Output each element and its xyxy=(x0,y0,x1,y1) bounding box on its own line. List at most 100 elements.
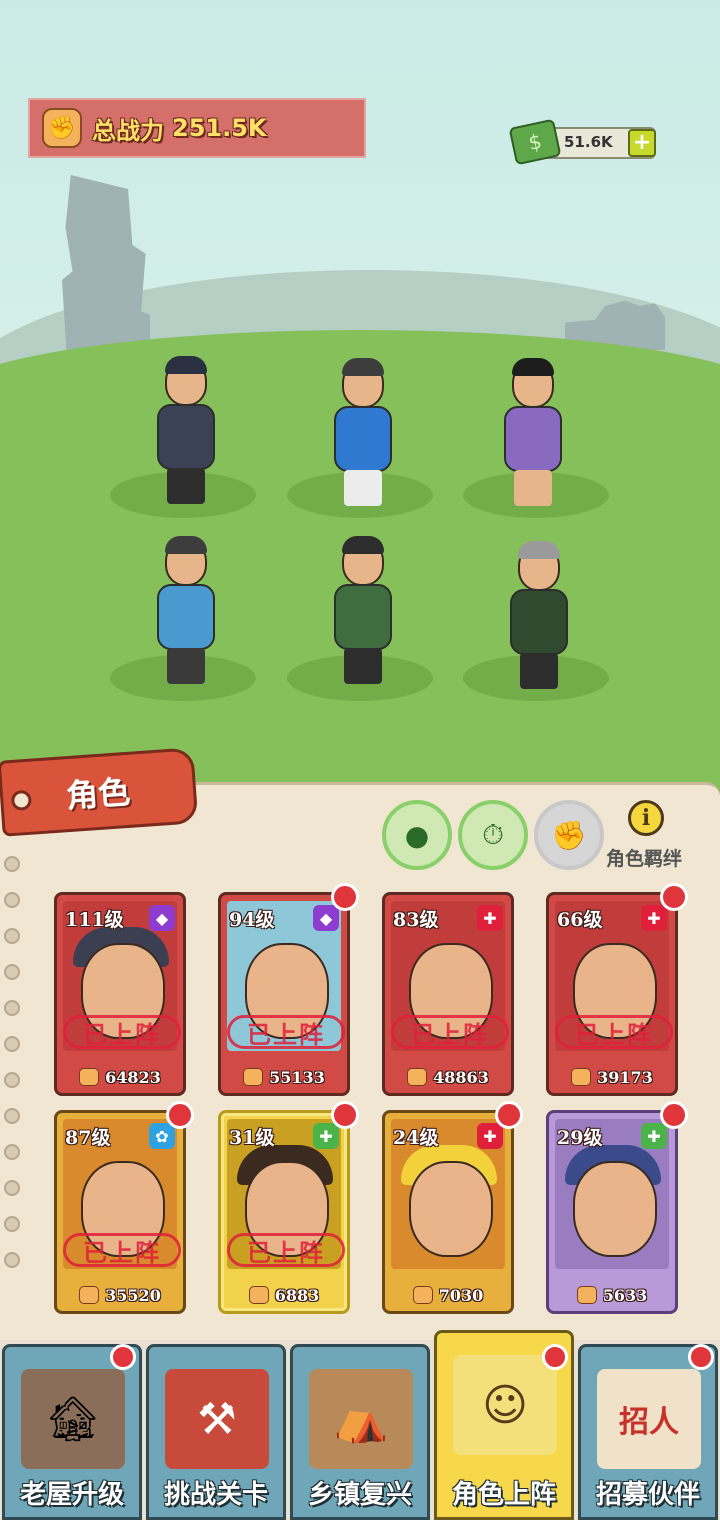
ruined-tower-silhouette xyxy=(62,175,150,350)
tag-hole xyxy=(10,789,33,812)
nav-old-house-upgrade[interactable]: 🏚 老屋升级 xyxy=(2,1344,142,1520)
notification-dot xyxy=(166,1101,194,1129)
total-power-label: 总战力 xyxy=(92,116,164,145)
card-level: 83级 xyxy=(393,909,439,931)
rank-badge-icon: ✿ xyxy=(149,1123,175,1149)
filter-button-time[interactable]: ⏱ xyxy=(458,800,528,870)
notebook-rings xyxy=(4,820,26,1340)
card-power: 7030 xyxy=(385,1286,511,1305)
deployed-stamp: 已上阵 xyxy=(555,1015,673,1049)
total-power-banner: ✊ 总战力 251.5K xyxy=(28,98,366,158)
card-power-value: 5633 xyxy=(602,1286,648,1305)
character-soccer-player[interactable] xyxy=(312,358,412,512)
rank-badge-icon: ✚ xyxy=(477,1123,503,1149)
character-sunglasses-man[interactable] xyxy=(135,356,235,510)
character-card[interactable]: 87级 ✿ 已上阵 35520 xyxy=(54,1110,186,1314)
card-power-value: 55133 xyxy=(269,1068,325,1087)
info-icon[interactable]: i xyxy=(628,800,664,836)
total-power-value: 251.5K xyxy=(172,114,267,142)
card-power-value: 7030 xyxy=(438,1286,484,1305)
character-card[interactable]: 83级 ✚ 已上阵 48863 xyxy=(382,892,514,1096)
notification-dot xyxy=(542,1344,568,1370)
cash-counter: $ 51.6K + xyxy=(508,118,658,166)
card-level: 29级 xyxy=(557,1127,603,1149)
card-power: 39173 xyxy=(549,1068,675,1087)
fist-icon xyxy=(243,1068,264,1086)
nav-town-revival[interactable]: ⛺ 乡镇复兴 xyxy=(290,1344,430,1520)
card-level: 111级 xyxy=(65,909,124,931)
notification-dot xyxy=(660,1101,688,1129)
notification-dot xyxy=(688,1344,714,1370)
notification-dot xyxy=(331,1101,359,1129)
house-icon: 🏚 xyxy=(21,1369,125,1469)
deployed-stamp: 已上阵 xyxy=(391,1015,509,1049)
card-power-value: 64823 xyxy=(105,1068,161,1087)
nav-challenge-level[interactable]: ⚒ 挑战关卡 xyxy=(146,1344,286,1520)
fist-icon: ✊ xyxy=(42,108,82,148)
market-icon: ⛺ xyxy=(309,1369,413,1469)
filter-time-icon: ⏱ xyxy=(482,818,504,851)
fist-icon xyxy=(407,1068,428,1086)
character-card[interactable]: 31级 ✚ 已上阵 6883 xyxy=(218,1110,350,1314)
battle-scene: ✊ 总战力 251.5K $ 51.6K + xyxy=(0,0,720,800)
notification-dot xyxy=(660,883,688,911)
notification-dot xyxy=(331,883,359,911)
nav-label: 老屋升级 xyxy=(19,1480,124,1510)
card-power: 48863 xyxy=(385,1068,511,1087)
rank-badge-icon: ✚ xyxy=(477,905,503,931)
recruit-icon: 招人 xyxy=(597,1369,701,1469)
fist-icon xyxy=(248,1286,269,1304)
filter-button-all[interactable]: ● xyxy=(382,800,452,870)
card-power-value: 35520 xyxy=(105,1286,161,1305)
character-bond-label[interactable]: 角色羁绊 xyxy=(606,844,682,871)
card-power: 64823 xyxy=(57,1068,183,1087)
deployed-stamp: 已上阵 xyxy=(63,1015,181,1049)
filter-locked-icon: ✊ xyxy=(551,818,587,852)
card-power-value: 6883 xyxy=(274,1286,320,1305)
deployed-stamp: 已上阵 xyxy=(63,1233,181,1267)
chainsaw-icon: ⚒ xyxy=(165,1369,269,1469)
fist-icon xyxy=(79,1068,100,1086)
card-level: 94级 xyxy=(229,909,275,931)
card-level: 87级 xyxy=(65,1127,111,1149)
character-card[interactable]: 94级 ◆ 已上阵 55133 xyxy=(218,892,350,1096)
panel-title-tab: 角色 xyxy=(0,747,199,837)
fist-icon xyxy=(571,1068,592,1086)
card-power: 55133 xyxy=(221,1068,347,1087)
add-cash-button[interactable]: + xyxy=(628,129,656,157)
card-power-value: 48863 xyxy=(433,1068,489,1087)
rank-badge-icon: ✚ xyxy=(641,1123,667,1149)
rank-badge-icon: ✚ xyxy=(641,905,667,931)
panel-title: 角色 xyxy=(64,772,132,816)
card-level: 24级 xyxy=(393,1127,439,1149)
card-level: 66级 xyxy=(557,909,603,931)
character-card[interactable]: 24级 ✚ 7030 xyxy=(382,1110,514,1314)
characters-icon: ☺ xyxy=(453,1355,557,1455)
nav-label: 乡镇复兴 xyxy=(307,1480,412,1510)
character-card[interactable]: 66级 ✚ 已上阵 39173 xyxy=(546,892,678,1096)
nav-label: 挑战关卡 xyxy=(163,1480,268,1510)
card-power: 35520 xyxy=(57,1286,183,1305)
fist-icon xyxy=(412,1286,433,1304)
fist-icon xyxy=(79,1286,100,1304)
character-candied-haws-seller[interactable] xyxy=(312,536,412,690)
character-card[interactable]: 29级 ✚ 5633 xyxy=(546,1110,678,1314)
character-card[interactable]: 111级 ◆ 已上阵 64823 xyxy=(54,892,186,1096)
character-monkey-grandpa[interactable] xyxy=(488,541,588,695)
card-power: 6883 xyxy=(221,1286,347,1305)
fist-icon xyxy=(576,1286,597,1304)
filter-button-locked[interactable]: ✊ xyxy=(534,800,604,870)
deployed-stamp: 已上阵 xyxy=(227,1233,345,1267)
cash-value: 51.6K xyxy=(564,133,613,151)
notification-dot xyxy=(110,1344,136,1370)
character-water-carrier[interactable] xyxy=(135,536,235,690)
rank-badge-icon: ✚ xyxy=(313,1123,339,1149)
card-level: 31级 xyxy=(229,1127,275,1149)
rank-badge-icon: ◆ xyxy=(149,905,175,931)
nav-recruit-partner[interactable]: 招人 招募伙伴 xyxy=(578,1344,718,1520)
filter-all-icon: ● xyxy=(404,818,430,852)
card-power-value: 39173 xyxy=(597,1068,653,1087)
card-power: 5633 xyxy=(549,1286,675,1305)
character-mother-with-kids[interactable] xyxy=(482,358,582,512)
rank-badge-icon: ◆ xyxy=(313,905,339,931)
